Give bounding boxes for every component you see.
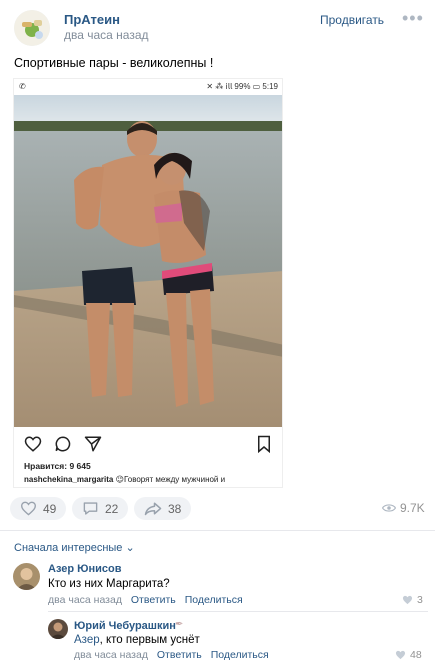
phone-status-bar: ✆ ✕ ⁂ 𝗂𝗅𝗅 99% ▭ 5:19 xyxy=(14,79,282,95)
comment-meta: два часа назад Ответить Поделиться xyxy=(74,649,275,661)
beach-couple-photo xyxy=(14,95,282,427)
comments-sort-dropdown[interactable]: Сначала интересные ⌄ xyxy=(14,541,135,554)
comment-bubble-icon xyxy=(83,502,98,515)
comment-count: 22 xyxy=(105,501,119,516)
share-count: 38 xyxy=(168,501,182,516)
comment-meta: два часа назад Ответить Поделиться xyxy=(48,594,249,606)
comment-like-button[interactable]: 48 xyxy=(395,649,422,661)
reply-mention[interactable]: Азер xyxy=(74,634,100,646)
instagram-actions xyxy=(14,433,282,455)
comment-button[interactable]: 22 xyxy=(72,497,129,520)
status-indicators: ✕ ⁂ 𝗂𝗅𝗅 99% ▭ 5:19 xyxy=(206,82,278,91)
comment-icon[interactable] xyxy=(54,435,72,453)
share-comment-button[interactable]: Поделиться xyxy=(211,649,269,661)
caption-text: 😉Говорят между мужчиной и xyxy=(115,475,226,484)
promote-button[interactable]: Продвигать xyxy=(320,13,384,27)
comment-author[interactable]: Юрий Чебурашкин xyxy=(74,620,176,632)
share-arrow-icon xyxy=(144,502,162,516)
comment-like-button[interactable]: 3 xyxy=(402,594,423,606)
heart-icon xyxy=(395,650,406,660)
feather-icon: ✒ xyxy=(175,619,184,630)
avatar[interactable] xyxy=(48,619,68,639)
post-image[interactable]: ✆ ✕ ⁂ 𝗂𝗅𝗅 99% ▭ 5:19 Нравится: 9 645 nas… xyxy=(13,78,283,488)
bookmark-icon[interactable] xyxy=(256,435,272,453)
share-comment-button[interactable]: Поделиться xyxy=(185,594,243,606)
more-options-icon[interactable]: ••• xyxy=(402,8,424,29)
comment-text: Азер, кто первым уснёт xyxy=(74,634,200,646)
comment-like-count: 48 xyxy=(410,649,422,661)
reply-button[interactable]: Ответить xyxy=(131,594,176,606)
group-name[interactable]: ПрАтеин xyxy=(64,12,120,27)
eye-icon xyxy=(382,504,396,512)
heart-icon[interactable] xyxy=(24,435,42,453)
comment-author[interactable]: Азер Юнисов xyxy=(48,563,122,575)
whatsapp-icon: ✆ xyxy=(19,82,26,91)
section-divider xyxy=(0,530,435,531)
heart-icon xyxy=(402,595,413,605)
share-button[interactable]: 38 xyxy=(134,497,192,520)
views-count: 9.7K xyxy=(400,501,425,515)
post-text: Спортивные пары - великолепны ! xyxy=(14,56,214,70)
caption-username: nashchekina_margarita xyxy=(24,475,114,484)
group-avatar[interactable] xyxy=(14,10,50,46)
comment-like-count: 3 xyxy=(417,594,423,606)
reply-text: , кто первым уснёт xyxy=(99,634,200,646)
comment-divider xyxy=(48,611,428,612)
comment-time[interactable]: два часа назад xyxy=(48,594,122,606)
like-count: 49 xyxy=(43,501,57,516)
like-button[interactable]: 49 xyxy=(10,497,67,520)
comment-text: Кто из них Маргарита? xyxy=(48,578,170,590)
instagram-caption: nashchekina_margarita 😉Говорят между муж… xyxy=(24,475,225,484)
post-time[interactable]: два часа назад xyxy=(64,28,149,42)
reply-button[interactable]: Ответить xyxy=(157,649,202,661)
views-counter: 9.7K xyxy=(382,501,425,515)
comment-time[interactable]: два часа назад xyxy=(74,649,148,661)
instagram-likes: Нравится: 9 645 xyxy=(24,461,91,471)
avatar[interactable] xyxy=(13,563,40,590)
like-heart-icon xyxy=(20,501,37,516)
send-icon[interactable] xyxy=(84,435,102,453)
